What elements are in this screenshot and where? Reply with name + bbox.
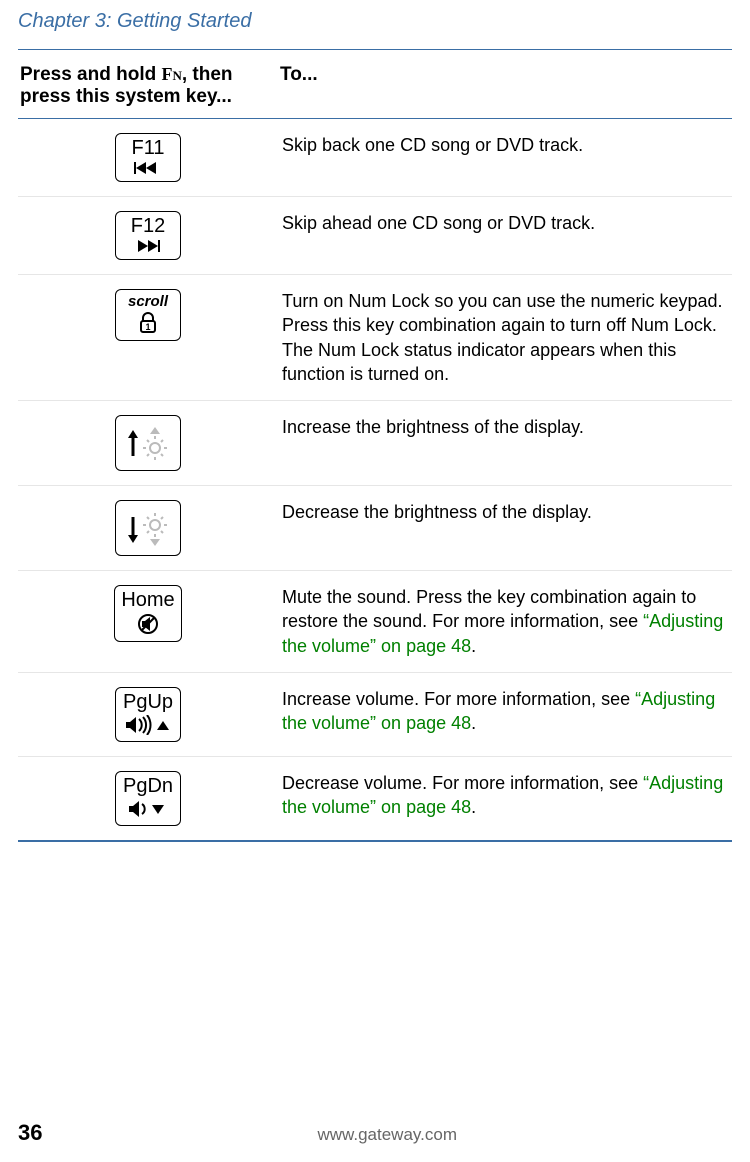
fn-key-table: Press and hold Fn, then press this syste… (18, 58, 732, 842)
keycap-brightness-down (115, 500, 181, 556)
table-row: F12 Skip ahead one CD song or DVD track. (18, 197, 732, 275)
footer-url: www.gateway.com (42, 1125, 732, 1145)
table-row: Increase the brightness of the display. (18, 401, 732, 486)
key-description: Increase volume. For more information, s… (278, 673, 732, 757)
table-row: Decrease the brightness of the display. (18, 486, 732, 571)
table-row: PgDn Decrease volume. For more informati… (18, 757, 732, 842)
keycap-f12: F12 (115, 211, 181, 260)
column-header-to: To... (278, 58, 732, 119)
keycap-f11: F11 (115, 133, 181, 182)
skip-forward-icon (122, 239, 174, 253)
brightness-up-icon (122, 426, 174, 462)
keycap-pgdn: PgDn (115, 771, 181, 826)
key-description: Decrease volume. For more information, s… (278, 757, 732, 842)
keycap-brightness-up (115, 415, 181, 471)
skip-back-icon (122, 161, 174, 175)
key-description: Skip back one CD song or DVD track. (278, 119, 732, 197)
numlock-icon: 1 (122, 312, 174, 334)
keycap-home: Home (114, 585, 181, 642)
table-row: F11 Skip back one CD song or DVD track. (18, 119, 732, 197)
svg-text:1: 1 (145, 322, 150, 332)
page-footer: 36 www.gateway.com (18, 1120, 732, 1146)
key-description: Increase the brightness of the display. (278, 401, 732, 486)
top-rule (18, 49, 732, 50)
key-description: Skip ahead one CD song or DVD track. (278, 197, 732, 275)
keycap-scroll: scroll 1 (115, 289, 181, 341)
key-description: Turn on Num Lock so you can use the nume… (278, 275, 732, 401)
key-description: Decrease the brightness of the display. (278, 486, 732, 571)
page-number: 36 (18, 1120, 42, 1146)
column-header-key: Press and hold Fn, then press this syste… (18, 58, 278, 119)
brightness-down-icon (122, 511, 174, 547)
volume-down-icon (122, 799, 174, 819)
table-row: PgUp Increase volume (18, 673, 732, 757)
table-row: Home Mute the sound. Press the key combi… (18, 571, 732, 673)
keycap-pgup: PgUp (115, 687, 181, 742)
mute-icon (121, 613, 174, 635)
chapter-header: Chapter 3: Getting Started (18, 10, 732, 33)
table-row: scroll 1 Turn on Num Lock so you can use… (18, 275, 732, 401)
key-description: Mute the sound. Press the key combinatio… (278, 571, 732, 673)
volume-up-icon (122, 715, 174, 735)
